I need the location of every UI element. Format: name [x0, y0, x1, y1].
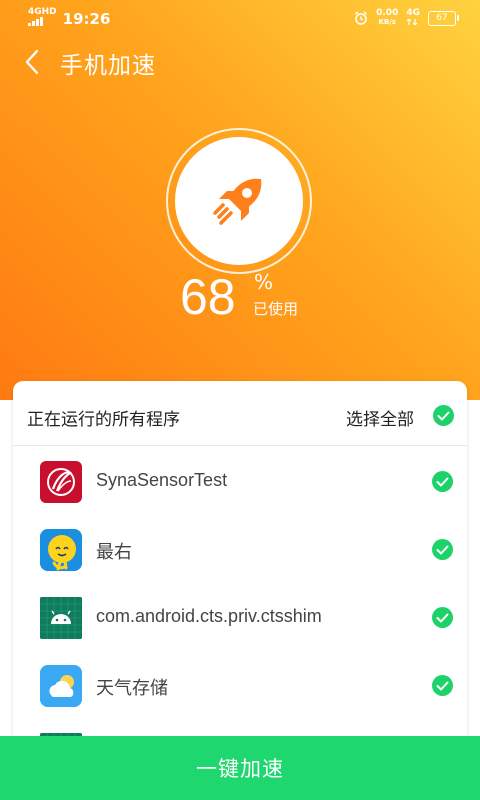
chevron-left-icon: [25, 49, 39, 75]
checkmark-icon: [436, 613, 449, 622]
battery-icon: 67: [428, 10, 459, 26]
app-row[interactable]: com.android.cts.priv.ctsshim: [13, 585, 467, 653]
checkmark-icon: [437, 411, 450, 420]
synasensor-app-icon: [40, 461, 82, 503]
app-checkbox[interactable]: [432, 471, 453, 492]
status-bar: 4GHD 19:26 0.00 KB/s 4G 67: [0, 0, 480, 36]
alarm-icon: [355, 11, 368, 25]
card-header: 正在运行的所有程序 选择全部: [13, 381, 467, 446]
page-title: 手机加速: [60, 53, 156, 79]
app-row[interactable]: SynaSensorTest: [13, 449, 467, 517]
usage-label: 已使用: [253, 300, 299, 318]
app-checkbox[interactable]: [432, 675, 453, 696]
select-all-label[interactable]: 选择全部: [346, 405, 414, 430]
select-all-checkbox[interactable]: [433, 405, 454, 426]
rocket-icon: [213, 178, 262, 225]
checkmark-icon: [436, 681, 449, 690]
top-bar: 手机加速: [0, 40, 480, 84]
network-speed: 0.00 KB/s: [376, 8, 399, 27]
back-button[interactable]: [16, 44, 48, 80]
usage-unit: %: [254, 270, 274, 294]
app-name: com.android.cts.priv.ctsshim: [96, 606, 322, 626]
app-row[interactable]: 天气存储: [13, 653, 467, 721]
boost-button[interactable]: 一键加速: [0, 736, 480, 800]
app-checkbox[interactable]: [432, 607, 453, 628]
app-name: 最右: [96, 542, 132, 562]
usage-value: 68: [180, 269, 236, 325]
boost-gauge: [175, 137, 303, 265]
zuiyou-app-icon: [40, 529, 82, 571]
app-checkbox[interactable]: [432, 539, 453, 560]
running-apps-title: 正在运行的所有程序: [27, 410, 180, 430]
cell-signal-icon: 4GHD: [28, 8, 57, 29]
app-row[interactable]: 最右: [13, 517, 467, 585]
app-name: 天气存储: [96, 678, 168, 698]
app-name: SynaSensorTest: [96, 470, 228, 490]
weather-app-icon: [40, 665, 82, 707]
phone-boost-screen: 4GHD 19:26 0.00 KB/s 4G 67 手机加速 68 % 已使用…: [0, 0, 480, 800]
checkmark-icon: [436, 477, 449, 486]
network-type-icon: 4G: [406, 8, 420, 28]
status-time: 19:26: [62, 9, 111, 28]
checkmark-icon: [436, 545, 449, 554]
android-app-icon: [40, 597, 82, 639]
